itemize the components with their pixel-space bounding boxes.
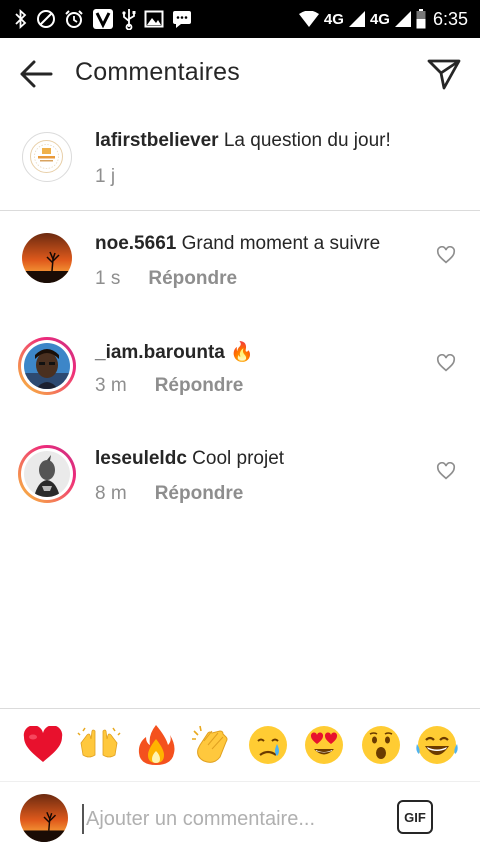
comment-composer: GIF [0, 782, 480, 854]
caption-text: lafirstbeliever La question du jour! [95, 130, 391, 152]
timestamp: 1 j [95, 166, 116, 187]
arrow-left-icon [20, 60, 53, 88]
network-type-1: 4G [323, 10, 344, 28]
emoji-heart-eyes[interactable] [301, 722, 347, 768]
back-button[interactable] [18, 56, 54, 92]
comment-text: leseuleldc Cool projet [95, 448, 284, 470]
comment-item: _iam.barounta 🔥 3 m Répondre [0, 320, 480, 420]
caption-item: lafirstbeliever La question du jour! 1 j [0, 110, 480, 210]
heart-outline-icon [436, 245, 456, 264]
avatar[interactable] [22, 132, 72, 182]
comment-body: Cool projet [192, 448, 285, 469]
heart-outline-icon [436, 353, 456, 372]
caption-body: La question du jour! [223, 130, 391, 151]
image-icon [144, 9, 164, 29]
emoji-raising-hands[interactable] [76, 722, 122, 768]
username[interactable]: _iam.barounta [95, 342, 225, 363]
username[interactable]: leseuleldc [95, 448, 187, 469]
reply-button[interactable]: Répondre [148, 268, 237, 290]
my-avatar [20, 794, 68, 842]
comment-text: _iam.barounta 🔥 [95, 340, 254, 364]
reply-button[interactable]: Répondre [155, 483, 244, 505]
battery-icon [416, 9, 426, 29]
emoji-crying-face[interactable] [245, 722, 291, 768]
usb-icon [122, 8, 136, 30]
comment-body: Grand moment a suivre [181, 233, 381, 254]
sunset-tree-avatar-image [22, 233, 72, 283]
status-left-icons [14, 8, 192, 30]
timestamp: 8 m [95, 483, 127, 504]
avatar-story-ring[interactable] [18, 445, 76, 503]
emoji-quick-bar [0, 708, 480, 782]
emoji-tears-of-joy[interactable] [414, 722, 460, 768]
signal-icon [348, 11, 365, 27]
app-v-icon [92, 8, 114, 30]
comment-item: leseuleldc Cool projet 8 m Répondre [0, 428, 480, 528]
like-button[interactable] [436, 245, 458, 268]
avatar [24, 343, 70, 389]
avatar-story-ring[interactable] [18, 337, 76, 395]
header: Commentaires [0, 38, 480, 110]
username[interactable]: lafirstbeliever [95, 130, 219, 151]
emoji-fire[interactable] [133, 722, 179, 768]
status-time: 6:35 [432, 8, 468, 29]
heart-outline-icon [436, 461, 456, 480]
message-icon [172, 9, 192, 29]
emoji-surprised-face[interactable] [358, 722, 404, 768]
like-button[interactable] [436, 461, 458, 484]
emoji-clapping-hands[interactable] [189, 722, 235, 768]
emoji-red-heart[interactable] [20, 722, 66, 768]
comment-item: noe.5661 Grand moment a suivre 1 s Répon… [0, 211, 480, 311]
portrait-avatar-image [24, 343, 70, 389]
share-button[interactable] [426, 56, 462, 92]
username[interactable]: noe.5661 [95, 233, 176, 254]
logo-avatar-image [30, 140, 63, 173]
comment-body: 🔥 [230, 342, 254, 363]
caption-meta: 1 j [95, 166, 115, 188]
comment-input[interactable] [82, 804, 382, 834]
comment-meta: 3 m Répondre [95, 375, 243, 397]
do-not-disturb-icon [36, 9, 56, 29]
comment-meta: 1 s Répondre [95, 268, 237, 290]
comment-meta: 8 m Répondre [95, 483, 243, 505]
status-bar: 4G 4G 6:35 [0, 0, 480, 38]
reply-button[interactable]: Répondre [155, 375, 244, 397]
gif-button[interactable]: GIF [397, 800, 433, 834]
timestamp: 1 s [95, 268, 121, 289]
alarm-icon [64, 9, 84, 29]
paper-plane-icon [427, 59, 461, 90]
comment-text: noe.5661 Grand moment a suivre [95, 233, 380, 255]
signal-icon [394, 11, 411, 27]
wifi-icon [298, 11, 319, 27]
like-button[interactable] [436, 353, 458, 376]
avatar [24, 451, 70, 497]
status-right-icons: 4G 4G 6:35 [298, 8, 468, 30]
portrait-avatar-image [24, 451, 70, 497]
bluetooth-icon [14, 9, 28, 29]
sunset-tree-avatar-image [20, 794, 68, 842]
avatar[interactable] [22, 233, 72, 283]
timestamp: 3 m [95, 375, 127, 396]
network-type-2: 4G [369, 10, 390, 28]
page-title: Commentaires [75, 58, 240, 86]
